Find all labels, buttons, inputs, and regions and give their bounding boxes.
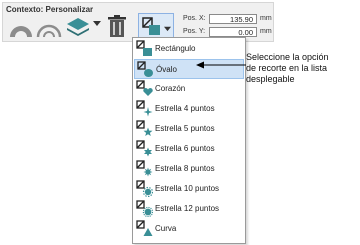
rectangle-icon bbox=[136, 40, 153, 57]
dropdown-item-label: Estrella 10 puntos bbox=[155, 184, 220, 193]
arc-shape-icon[interactable] bbox=[8, 15, 34, 41]
callout-arrow bbox=[196, 61, 246, 69]
star-12-icon bbox=[136, 200, 154, 218]
chevron-down-icon[interactable] bbox=[93, 19, 101, 29]
callout-line: de recorte en la lista bbox=[246, 63, 328, 73]
dropdown-item-rectangle[interactable]: Rectángulo bbox=[134, 39, 244, 59]
callout-text: Seleccione la opción de recorte en la li… bbox=[246, 52, 358, 85]
star-5-icon bbox=[136, 120, 153, 137]
callout-line: Seleccione la opción bbox=[246, 52, 329, 62]
pos-y-input[interactable]: 0.00 bbox=[209, 27, 257, 37]
dropdown-item-label: Estrella 6 puntos bbox=[155, 144, 215, 153]
dropdown-item-label: Óvalo bbox=[156, 65, 177, 74]
rectangle-crop-icon bbox=[142, 17, 162, 39]
dropdown-item-label: Corazón bbox=[155, 84, 186, 93]
dropdown-item-star-4[interactable]: Estrella 4 puntos bbox=[134, 99, 244, 119]
context-label: Contexto: Personalizar bbox=[6, 5, 94, 14]
star-6-icon bbox=[136, 140, 153, 157]
callout-line: desplegable bbox=[246, 74, 295, 84]
dropdown-item-label: Estrella 12 puntos bbox=[155, 204, 220, 213]
dropdown-item-label: Estrella 5 puntos bbox=[155, 124, 215, 133]
pos-x-label: Pos. X: bbox=[183, 15, 206, 22]
star-8-icon bbox=[136, 160, 153, 177]
pos-x-unit: mm bbox=[260, 15, 272, 22]
curve-icon bbox=[136, 220, 153, 237]
arc-outline-icon[interactable] bbox=[36, 15, 62, 41]
pos-y-unit: mm bbox=[260, 28, 272, 35]
star-4-icon bbox=[136, 100, 153, 117]
dropdown-item-label: Curva bbox=[155, 224, 177, 233]
dropdown-item-heart[interactable]: Corazón bbox=[134, 79, 244, 99]
dropdown-item-curve[interactable]: Curva bbox=[134, 219, 244, 239]
dropdown-item-star-12[interactable]: Estrella 12 puntos bbox=[134, 199, 244, 219]
star-10-icon bbox=[136, 180, 154, 198]
dropdown-item-star-8[interactable]: Estrella 8 puntos bbox=[134, 159, 244, 179]
oval-icon bbox=[137, 61, 154, 78]
dropdown-item-label: Rectángulo bbox=[155, 44, 196, 53]
layers-icon[interactable] bbox=[65, 15, 91, 41]
context-toolbar: Contexto: Personalizar Pos. X: 135.90 mm… bbox=[2, 2, 274, 42]
dropdown-item-label: Estrella 8 puntos bbox=[155, 164, 215, 173]
chevron-down-icon bbox=[164, 24, 171, 34]
dropdown-item-label: Estrella 4 puntos bbox=[155, 104, 215, 113]
pos-y-label: Pos. Y: bbox=[183, 28, 206, 35]
pos-x-input[interactable]: 135.90 bbox=[209, 14, 257, 24]
dropdown-item-star-5[interactable]: Estrella 5 puntos bbox=[134, 119, 244, 139]
heart-icon bbox=[136, 80, 153, 97]
trash-icon[interactable] bbox=[106, 15, 128, 41]
dropdown-item-star-10[interactable]: Estrella 10 puntos bbox=[134, 179, 244, 199]
dropdown-item-star-6[interactable]: Estrella 6 puntos bbox=[134, 139, 244, 159]
